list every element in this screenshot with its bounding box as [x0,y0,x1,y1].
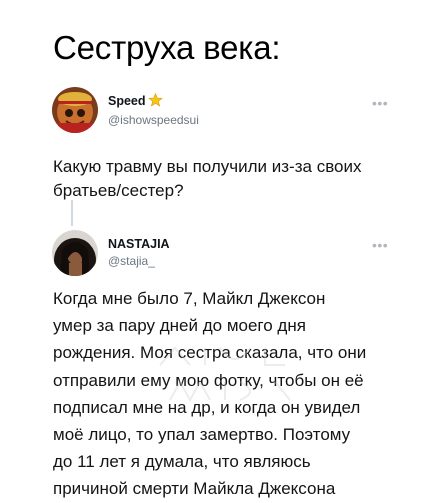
post-2-text-line: подписал мне на др, и когда он увидел [53,397,361,417]
thread-connector-line [71,200,73,226]
post-1-text: Какую травму вы получили из-за своих бра… [53,155,403,203]
post-2-handle[interactable]: @stajia_ [108,254,155,269]
post-2-text-line: причиной смерти Майкла Джексона [53,479,336,499]
post-1-text-line: братьев/сестер? [53,181,184,200]
post-2-text: Когда мне было 7, Майкл Джексон умер за … [53,285,403,503]
post-2-text-line: до 11 лет я думала, что являюсь [53,452,311,472]
post-1-handle[interactable]: @ishowspeedsui [108,113,199,128]
avatar-speed[interactable] [52,87,98,133]
post-2-more-icon[interactable]: ••• [372,238,388,252]
post-1-author[interactable]: Speed [108,92,163,111]
post-1-display-name: Speed [108,94,146,108]
post-2-text-line: отправили ему мою фотку, чтобы он её [53,370,364,390]
post-2-text-line: Когда мне было 7, Майкл Джексон [53,289,326,308]
post-1-more-icon[interactable]: ••• [372,96,388,110]
post-2-display-name[interactable]: NASTAJIA [108,236,170,252]
post-2-text-line: умер за пару дней до моего дня [53,316,306,336]
post-2-text-line: моё лицо, то упал замертво. Поэтому [53,425,351,445]
star-badge-icon [147,92,163,111]
post-2-text-line: рождения. Моя сестра сказала, что они [53,343,367,363]
avatar-nastajia[interactable] [52,230,98,276]
page-title: Сеструха века: [53,29,281,66]
post-1-text-line: Какую травму вы получили из-за своих [53,157,362,176]
